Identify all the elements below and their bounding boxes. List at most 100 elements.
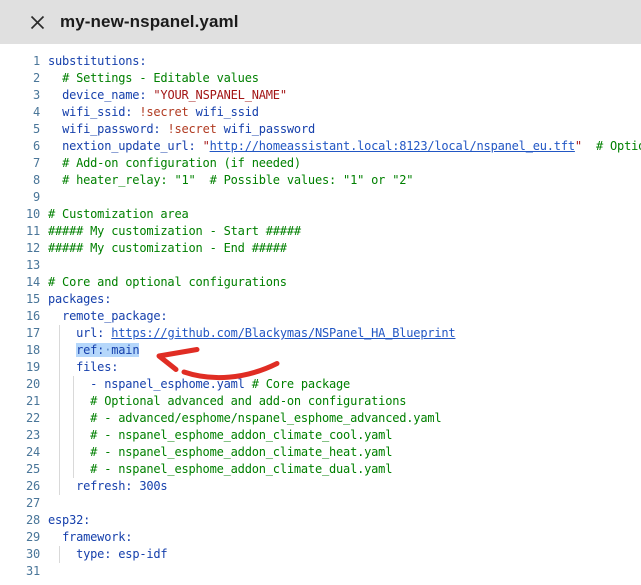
code-line-content[interactable]: # Add-on configuration (if needed) [48, 155, 641, 172]
code-line[interactable]: 23 # - nspanel_esphome_addon_climate_coo… [0, 427, 641, 444]
line-number: 19 [0, 359, 40, 376]
code-line[interactable]: 18 ref:·main [0, 342, 641, 359]
indent-guide [73, 427, 74, 444]
line-number: 3 [0, 87, 40, 104]
code-line[interactable]: 11 ##### My customization - Start ##### [0, 223, 641, 240]
code-line-content[interactable]: packages: [48, 291, 641, 308]
code-token [48, 547, 76, 561]
code-line[interactable]: 29 framework: [0, 529, 641, 546]
code-line-content[interactable]: url: https://github.com/Blackymas/NSPane… [48, 325, 641, 342]
code-line[interactable]: 14 # Core and optional configurations [0, 274, 641, 291]
code-token: framework: [62, 530, 132, 544]
line-number: 29 [0, 529, 40, 546]
code-line[interactable]: 25 # - nspanel_esphome_addon_climate_dua… [0, 461, 641, 478]
line-number: 11 [0, 223, 40, 240]
code-line-content[interactable]: wifi_password: !secret wifi_password [48, 121, 641, 138]
code-line-content[interactable]: # - nspanel_esphome_addon_climate_heat.y… [48, 444, 641, 461]
code-line-content[interactable]: ref:·main [48, 342, 641, 359]
code-line-content[interactable] [48, 495, 641, 512]
code-token [48, 88, 62, 102]
code-line-content[interactable]: # - nspanel_esphome_addon_climate_dual.y… [48, 461, 641, 478]
code-line-content[interactable]: type: esp-idf [48, 546, 641, 563]
line-number: 25 [0, 461, 40, 478]
code-line[interactable]: 20 - nspanel_esphome.yaml # Core package [0, 376, 641, 393]
code-line[interactable]: 26 refresh: 300s [0, 478, 641, 495]
code-line[interactable]: 21 # Optional advanced and add-on config… [0, 393, 641, 410]
code-line[interactable]: 1 substitutions: [0, 53, 641, 70]
yaml-editor[interactable]: 1substitutions:2 # Settings - Editable v… [0, 44, 641, 585]
code-token [48, 377, 90, 391]
code-token: - nspanel_esphome.yaml [90, 377, 245, 391]
line-number: 9 [0, 189, 40, 206]
code-line-content[interactable]: ##### My customization - Start ##### [48, 223, 641, 240]
code-line-content[interactable]: framework: [48, 529, 641, 546]
code-line[interactable]: 30 type: esp-idf [0, 546, 641, 563]
code-token: wifi_ssid [196, 105, 259, 119]
code-line[interactable]: 7 # Add-on configuration (if needed) [0, 155, 641, 172]
code-line-content[interactable]: # Settings - Editable values [48, 70, 641, 87]
code-line[interactable]: 8 # heater_relay: "1" # Possible values:… [0, 172, 641, 189]
code-line-content[interactable]: esp32: [48, 512, 641, 529]
code-token: type: [76, 547, 111, 561]
code-line-content[interactable]: - nspanel_esphome.yaml # Core package [48, 376, 641, 393]
code-token [48, 462, 90, 476]
close-button[interactable] [26, 11, 48, 33]
code-token: esp32: [48, 513, 90, 527]
code-token: # Add-on configuration (if needed) [62, 156, 301, 170]
line-number: 2 [0, 70, 40, 87]
code-line-content[interactable]: files: [48, 359, 641, 376]
code-line-content[interactable]: ##### My customization - End ##### [48, 240, 641, 257]
code-line-content[interactable] [48, 257, 641, 274]
indent-guide [59, 478, 60, 495]
code-line[interactable]: 31 [0, 563, 641, 580]
code-line[interactable]: 6 nextion_update_url: "http://homeassist… [0, 138, 641, 155]
code-line-content[interactable] [48, 563, 641, 580]
code-line-content[interactable]: # - nspanel_esphome_addon_climate_cool.y… [48, 427, 641, 444]
code-line[interactable]: 2 # Settings - Editable values [0, 70, 641, 87]
code-line[interactable]: 28 esp32: [0, 512, 641, 529]
code-line-content[interactable]: nextion_update_url: "http://homeassistan… [48, 138, 641, 155]
code-line[interactable]: 24 # - nspanel_esphome_addon_climate_hea… [0, 444, 641, 461]
code-line[interactable]: 12##### My customization - End ##### [0, 240, 641, 257]
line-number: 5 [0, 121, 40, 138]
indent-guide [59, 359, 60, 376]
code-line[interactable]: 5 wifi_password: !secret wifi_password [0, 121, 641, 138]
line-number: 1 [0, 53, 40, 70]
code-line-content[interactable] [48, 189, 641, 206]
code-area: 1substitutions:2 # Settings - Editable v… [0, 53, 641, 580]
line-number: 14 [0, 274, 40, 291]
indent-guide [73, 393, 74, 410]
code-line-content[interactable]: # Optional advanced and add-on configura… [48, 393, 641, 410]
line-number: 16 [0, 308, 40, 325]
code-line[interactable]: 17 url: https://github.com/Blackymas/NSP… [0, 325, 641, 342]
code-line[interactable]: 16 remote_package: [0, 308, 641, 325]
line-number: 20 [0, 376, 40, 393]
code-line-content[interactable]: # - advanced/esphome/nspanel_esphome_adv… [48, 410, 641, 427]
code-token [48, 394, 90, 408]
code-line-content[interactable]: substitutions: [48, 53, 641, 70]
selection-highlight: ref: [76, 343, 104, 357]
code-line[interactable]: 4 wifi_ssid: !secret wifi_ssid [0, 104, 641, 121]
line-number: 18 [0, 342, 40, 359]
code-line[interactable]: 3 device_name: "YOUR_NSPANEL_NAME" [0, 87, 641, 104]
code-line-content[interactable]: # Core and optional configurations [48, 274, 641, 291]
code-line-content[interactable]: wifi_ssid: !secret wifi_ssid [48, 104, 641, 121]
code-line-content[interactable]: device_name: "YOUR_NSPANEL_NAME" [48, 87, 641, 104]
code-line[interactable]: 13 [0, 257, 641, 274]
line-number: 28 [0, 512, 40, 529]
code-line-content[interactable]: remote_package: [48, 308, 641, 325]
line-number: 10 [0, 206, 40, 223]
code-line[interactable]: 10 # Customization area [0, 206, 641, 223]
code-line-content[interactable]: # heater_relay: "1" # Possible values: "… [48, 172, 641, 189]
code-line[interactable]: 9 [0, 189, 641, 206]
code-token [48, 122, 62, 136]
code-line[interactable]: 22 # - advanced/esphome/nspanel_esphome_… [0, 410, 641, 427]
code-line-content[interactable]: # Customization area [48, 206, 641, 223]
indent-guide [59, 325, 60, 342]
code-token: " [203, 139, 210, 153]
indent-guide [59, 546, 60, 563]
code-line[interactable]: 19 files: [0, 359, 641, 376]
code-line-content[interactable]: refresh: 300s [48, 478, 641, 495]
code-line[interactable]: 15packages: [0, 291, 641, 308]
code-line[interactable]: 27 [0, 495, 641, 512]
